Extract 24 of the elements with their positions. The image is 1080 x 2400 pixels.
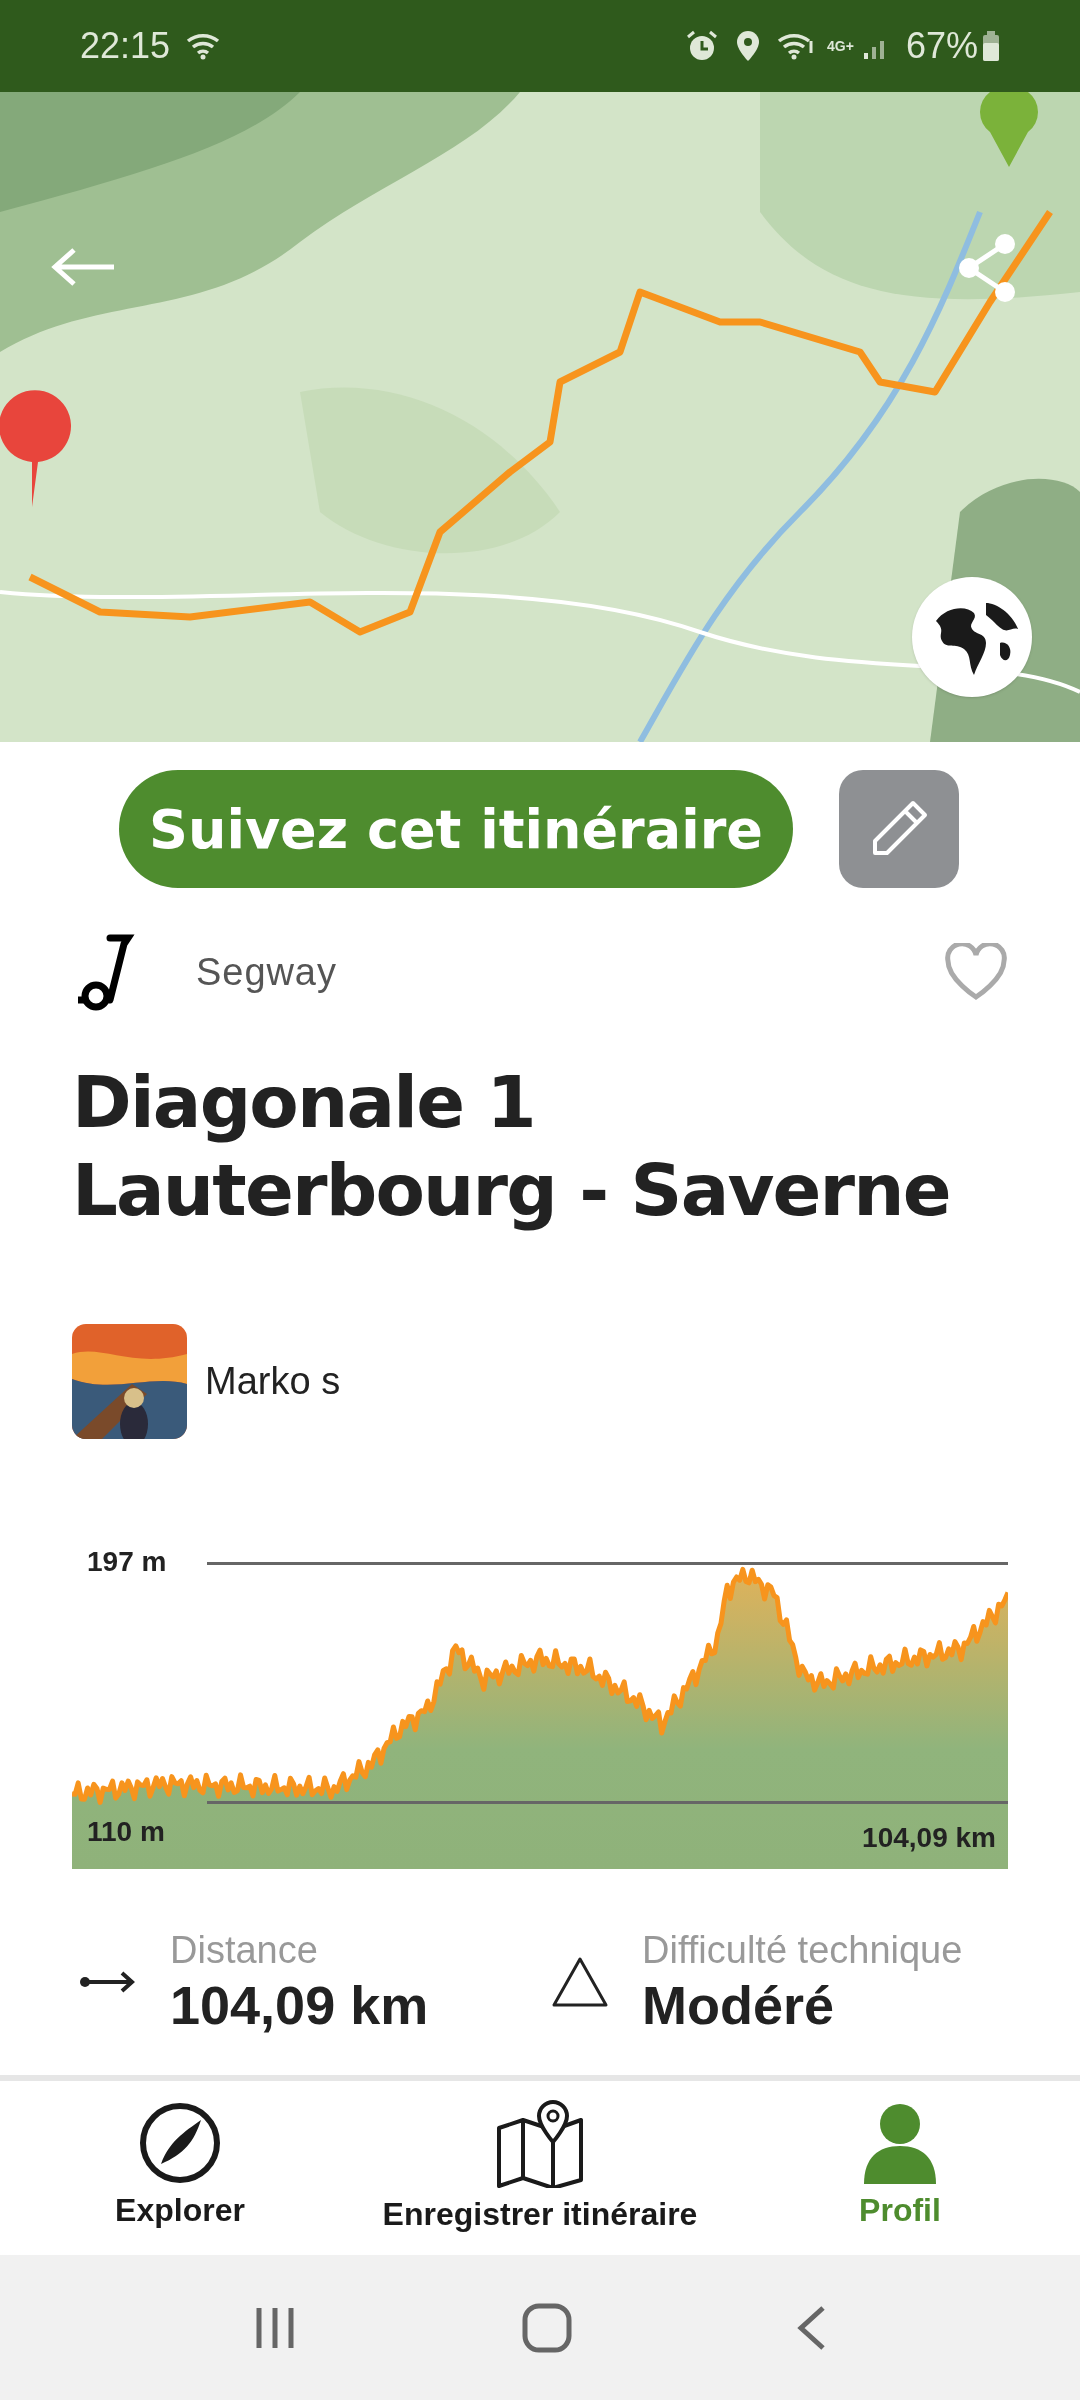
location-icon	[735, 29, 762, 63]
total-distance-label: 104,09 km	[862, 1821, 996, 1855]
activity-type: Segway	[196, 949, 337, 995]
home-button[interactable]	[521, 2301, 573, 2354]
stat-label: Distance	[170, 1928, 319, 1973]
route-title: Lauterbourg - Saverne	[72, 1147, 951, 1234]
stat-value: Modéré	[642, 1974, 836, 2037]
compass-icon	[139, 2102, 221, 2184]
stat-label: Difficulté technique	[642, 1928, 963, 1973]
alarm-icon	[685, 29, 720, 63]
wifi-icon	[777, 31, 816, 61]
author-name: Marko s	[205, 1359, 341, 1404]
battery-level: 67%	[905, 24, 978, 68]
edit-button[interactable]	[839, 770, 959, 888]
clock: 22:15	[80, 24, 171, 68]
follow-route-button[interactable]: Suivez cet itinéraire	[119, 770, 793, 888]
battery-icon	[982, 30, 1000, 62]
min-elevation-label: 110 m	[87, 1815, 165, 1849]
network-type: 4G+	[827, 39, 854, 53]
max-elevation-label: 197 m	[87, 1545, 167, 1579]
map-pin-icon	[495, 2098, 585, 2188]
stat-value: 104,09 km	[170, 1974, 429, 2037]
triangle-icon	[550, 1955, 610, 2009]
route-title: Diagonale 1	[72, 1059, 536, 1146]
